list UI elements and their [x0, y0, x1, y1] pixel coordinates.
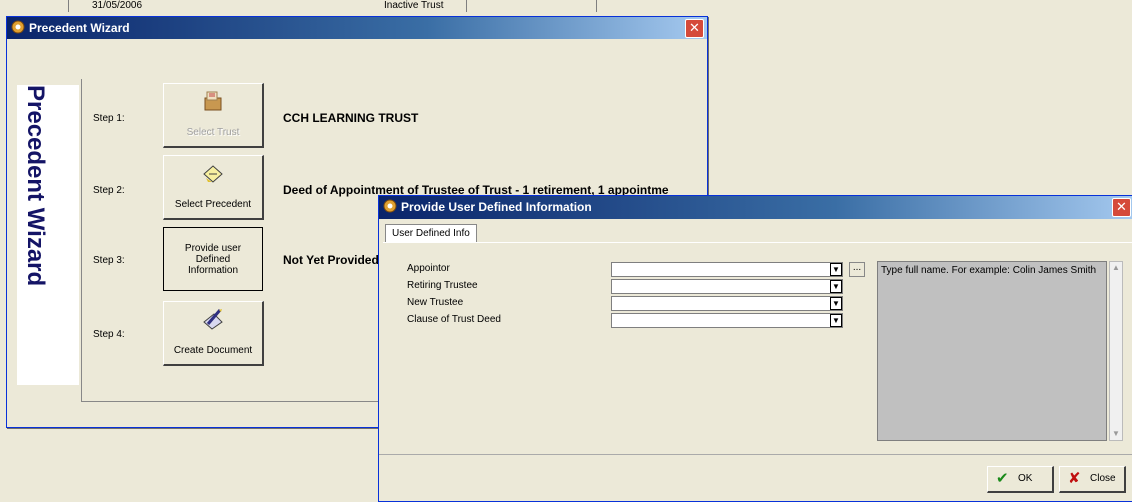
- select-precedent-button[interactable]: Select Precedent: [163, 155, 264, 220]
- document-icon: [203, 165, 223, 183]
- provide-user-defined-info-button[interactable]: Provide user Defined Information: [163, 227, 263, 291]
- wizard-titlebar[interactable]: Precedent Wizard ✕: [7, 17, 707, 39]
- background-date: 31/05/2006: [92, 0, 143, 11]
- step-1-label: Step 1:: [93, 113, 125, 124]
- step-1-value: CCH LEARNING TRUST: [283, 111, 419, 125]
- help-scrollbar[interactable]: ▲ ▼: [1109, 261, 1123, 441]
- select-trust-button[interactable]: Select Trust: [163, 83, 264, 148]
- chevron-down-icon[interactable]: ▼: [830, 297, 842, 310]
- wizard-vertical-title: Precedent Wizard: [22, 85, 49, 287]
- app-icon: [11, 20, 25, 34]
- box-icon: [204, 91, 222, 111]
- background-divider: [596, 0, 597, 12]
- chevron-down-icon[interactable]: ▼: [830, 314, 842, 327]
- ok-label: OK: [1018, 473, 1033, 484]
- scroll-down-icon[interactable]: ▼: [1110, 428, 1122, 440]
- appointor-field[interactable]: ▼: [611, 262, 843, 277]
- pen-paper-icon: [203, 309, 223, 330]
- wizard-title: Precedent Wizard: [29, 21, 130, 35]
- background-divider: [68, 0, 69, 12]
- chevron-down-icon[interactable]: ▼: [830, 263, 842, 276]
- step-4-label: Step 4:: [93, 329, 125, 340]
- new-trustee-label: New Trustee: [407, 297, 464, 308]
- retiring-trustee-label: Retiring Trustee: [407, 280, 478, 291]
- provide-user-defined-info-label: Provide user Defined Information: [184, 243, 242, 276]
- tab-user-defined-info[interactable]: User Defined Info: [385, 224, 477, 243]
- clause-of-trust-deed-label: Clause of Trust Deed: [407, 314, 501, 325]
- close-button[interactable]: ✘ Close: [1059, 466, 1126, 493]
- new-trustee-field[interactable]: ▼: [611, 296, 843, 311]
- step-2-label: Step 2:: [93, 185, 125, 196]
- dialog-close-button[interactable]: ✕: [1112, 198, 1131, 217]
- create-document-button[interactable]: Create Document: [163, 301, 264, 366]
- scroll-up-icon[interactable]: ▲: [1110, 262, 1122, 274]
- user-defined-info-panel: Appointor ▼ ... Retiring Trustee ▼ New T…: [383, 242, 1132, 453]
- user-defined-info-dialog: Provide User Defined Information ✕ User …: [378, 195, 1132, 502]
- step-3-value: Not Yet Provided: [283, 253, 379, 267]
- step-3-label: Step 3:: [93, 255, 125, 266]
- select-precedent-label: Select Precedent: [174, 199, 252, 210]
- select-trust-label: Select Trust: [186, 127, 240, 138]
- checkmark-icon: ✔: [996, 470, 1009, 487]
- background-status: Inactive Trust: [384, 0, 444, 11]
- close-label: Close: [1090, 473, 1116, 484]
- dialog-titlebar[interactable]: Provide User Defined Information ✕: [379, 196, 1132, 219]
- ok-button[interactable]: ✔ OK: [987, 466, 1054, 493]
- dialog-title: Provide User Defined Information: [401, 200, 592, 214]
- footer-divider: [379, 454, 1132, 455]
- background-divider: [466, 0, 467, 12]
- wizard-vertical-title-panel: Precedent Wizard: [17, 85, 79, 385]
- create-document-label: Create Document: [173, 345, 253, 356]
- retiring-trustee-field[interactable]: ▼: [611, 279, 843, 294]
- help-text-box: Type full name. For example: Colin James…: [877, 261, 1107, 441]
- close-icon: ✘: [1068, 470, 1081, 487]
- appointor-lookup-button[interactable]: ...: [849, 262, 865, 277]
- clause-of-trust-deed-field[interactable]: ▼: [611, 313, 843, 328]
- wizard-close-button[interactable]: ✕: [685, 19, 704, 38]
- chevron-down-icon[interactable]: ▼: [830, 280, 842, 293]
- app-icon: [383, 199, 397, 213]
- appointor-label: Appointor: [407, 263, 450, 274]
